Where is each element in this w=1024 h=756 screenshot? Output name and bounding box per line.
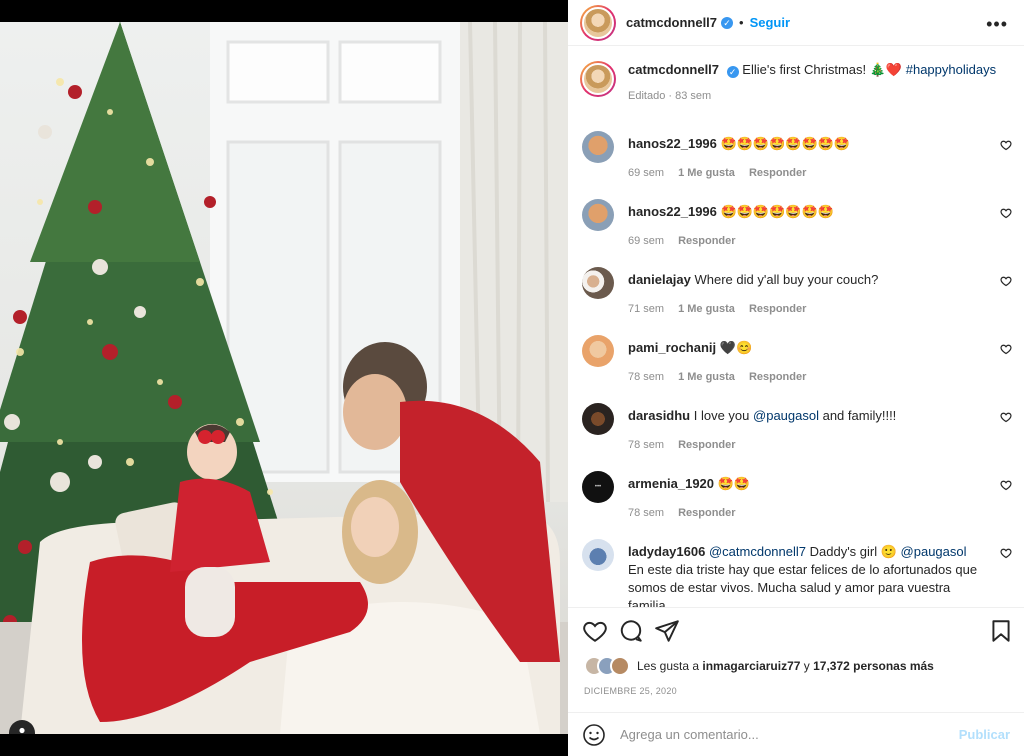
caption-text: Ellie's first Christmas! 🎄❤️ xyxy=(742,62,903,77)
likes-prefix: Les gusta a xyxy=(637,659,703,673)
caption-author-avatar[interactable] xyxy=(580,61,616,97)
reply-button[interactable]: Responder xyxy=(678,439,735,451)
paper-plane-icon[interactable] xyxy=(654,618,680,644)
post-caption: catmcdonnell7 ✓ Ellie's first Christmas!… xyxy=(580,61,1010,105)
comment-time: 71 sem xyxy=(628,303,665,315)
comment-text: and family!!!! xyxy=(818,408,897,423)
comment-item: hanos22_1996 🤩🤩🤩🤩🤩🤩🤩 69 sem Responder xyxy=(582,199,1012,259)
comment-item: danielajay Where did y'all buy your couc… xyxy=(582,267,1012,327)
comment-avatar[interactable] xyxy=(582,267,614,299)
comment-mention-link[interactable]: @paugasol xyxy=(901,544,967,559)
comment-like-heart-icon[interactable] xyxy=(1000,207,1012,219)
comment-text: Where did y'all buy your couch? xyxy=(694,272,879,287)
comment-like-heart-icon[interactable] xyxy=(1000,139,1012,151)
comment-username[interactable]: ladyday1606 xyxy=(628,544,705,559)
likes-count-link[interactable]: 17,372 personas más xyxy=(813,659,934,673)
comment-like-heart-icon[interactable] xyxy=(1000,479,1012,491)
comment-username[interactable]: darasidhu xyxy=(628,408,690,423)
comment-item: darasidhu I love you @paugasol and famil… xyxy=(582,403,1012,463)
comment-time: 78 sem xyxy=(628,439,665,451)
comment-avatar[interactable]: ••• xyxy=(582,471,614,503)
liker-avatar xyxy=(610,656,630,676)
add-comment-bar: Agrega un comentario... Publicar xyxy=(568,712,1024,756)
reply-button[interactable]: Responder xyxy=(749,167,806,179)
comment-item: pami_rochanij 🖤😊 78 sem 1 Me gusta Respond… xyxy=(582,335,1012,395)
comment-like-heart-icon[interactable] xyxy=(1000,343,1012,355)
comment-time: 78 sem xyxy=(628,371,665,383)
comment-meta: 78 sem 1 Me gusta Responder xyxy=(628,371,820,383)
comment-likes[interactable]: 1 Me gusta xyxy=(678,371,735,383)
comment-text: I love you xyxy=(693,408,754,423)
caption-hashtag-link[interactable]: #happyholidays xyxy=(906,62,996,77)
comment-likes[interactable]: 1 Me gusta xyxy=(678,303,735,315)
comment-meta: 71 sem 1 Me gusta Responder xyxy=(628,303,820,315)
comment-item: ladyday1606 @catmcdonnell7 Daddy's girl … xyxy=(582,539,1012,607)
comment-text: 🤩🤩🤩🤩🤩🤩🤩 xyxy=(720,204,834,219)
comment-username[interactable]: pami_rochanij xyxy=(628,340,716,355)
comment-mention-link[interactable]: @catmcdonnell7 xyxy=(709,544,806,559)
comment-username[interactable]: danielajay xyxy=(628,272,691,287)
reply-button[interactable]: Responder xyxy=(749,371,806,383)
more-options-icon[interactable]: ••• xyxy=(986,14,1008,35)
comment-meta: 78 sem Responder xyxy=(628,439,750,451)
comment-like-heart-icon[interactable] xyxy=(1000,411,1012,423)
comment-avatar[interactable] xyxy=(582,335,614,367)
comment-time: 69 sem xyxy=(628,235,665,247)
comment-avatar[interactable] xyxy=(582,539,614,571)
verified-badge-icon: ✓ xyxy=(721,16,734,29)
comment-username[interactable]: hanos22_1996 xyxy=(628,204,717,219)
likes-middle: y xyxy=(800,659,814,673)
separator-dot: • xyxy=(739,15,744,30)
comment-meta: 78 sem Responder xyxy=(628,507,750,519)
post-date: DICIEMBRE 25, 2020 xyxy=(584,686,677,696)
comment-text: 🖤😊 xyxy=(719,340,753,355)
comments-list[interactable]: catmcdonnell7 ✓ Ellie's first Christmas!… xyxy=(568,47,1024,607)
comment-time: 69 sem xyxy=(628,167,665,179)
post-actions: Les gusta a inmagarciaruiz77 y 17,372 pe… xyxy=(568,607,1024,712)
comment-username[interactable]: hanos22_1996 xyxy=(628,136,717,151)
post-sidebar: catmcdonnell7 ✓ • Seguir ••• catmcdonnel… xyxy=(568,0,1024,756)
comment-likes[interactable]: 1 Me gusta xyxy=(678,167,735,179)
author-avatar[interactable] xyxy=(580,4,616,41)
post-photo-panel xyxy=(0,0,568,756)
bookmark-icon[interactable] xyxy=(988,618,1014,644)
photo-illustration xyxy=(0,22,568,734)
comment-like-heart-icon[interactable] xyxy=(1000,275,1012,287)
follow-button[interactable]: Seguir xyxy=(750,15,790,30)
comment-text: Daddy's girl 🙂 xyxy=(806,544,901,559)
comment-item: hanos22_1996 🤩🤩🤩🤩🤩🤩🤩🤩 69 sem 1 Me gusta Re… xyxy=(582,131,1012,191)
post-photo[interactable] xyxy=(0,22,568,734)
comment-input[interactable]: Agrega un comentario... xyxy=(620,727,959,742)
author-username[interactable]: catmcdonnell7 xyxy=(626,15,717,30)
comment-mention-link[interactable]: @paugasol xyxy=(753,408,819,423)
comment-meta: 69 sem Responder xyxy=(628,235,750,247)
comment-text: 🤩🤩 xyxy=(717,476,751,491)
post-header: catmcdonnell7 ✓ • Seguir ••• xyxy=(568,0,1024,46)
publish-button[interactable]: Publicar xyxy=(959,727,1010,742)
heart-icon[interactable] xyxy=(582,618,608,644)
comment-meta: 69 sem 1 Me gusta Responder xyxy=(628,167,820,179)
smiley-icon[interactable] xyxy=(582,723,606,747)
comment-like-heart-icon[interactable] xyxy=(1000,547,1012,559)
comment-avatar[interactable] xyxy=(582,403,614,435)
comment-icon[interactable] xyxy=(618,618,644,644)
comment-text: En este dia triste hay que estar felices… xyxy=(628,562,978,607)
comment-item: ••• armenia_1920 🤩🤩 78 sem Responder xyxy=(582,471,1012,531)
reply-button[interactable]: Responder xyxy=(678,235,735,247)
caption-author-username[interactable]: catmcdonnell7 xyxy=(628,62,719,77)
comment-avatar[interactable] xyxy=(582,199,614,231)
caption-meta: Editado · 83 sem xyxy=(628,90,712,102)
comment-text: 🤩🤩🤩🤩🤩🤩🤩🤩 xyxy=(720,136,851,151)
comment-time: 78 sem xyxy=(628,507,665,519)
likes-summary[interactable]: Les gusta a inmagarciaruiz77 y 17,372 pe… xyxy=(584,656,934,676)
reply-button[interactable]: Responder xyxy=(749,303,806,315)
comment-username[interactable]: armenia_1920 xyxy=(628,476,714,491)
verified-badge-icon: ✓ xyxy=(726,66,739,78)
likes-user-link[interactable]: inmagarciaruiz77 xyxy=(702,659,800,673)
reply-button[interactable]: Responder xyxy=(678,507,735,519)
comment-avatar[interactable] xyxy=(582,131,614,163)
